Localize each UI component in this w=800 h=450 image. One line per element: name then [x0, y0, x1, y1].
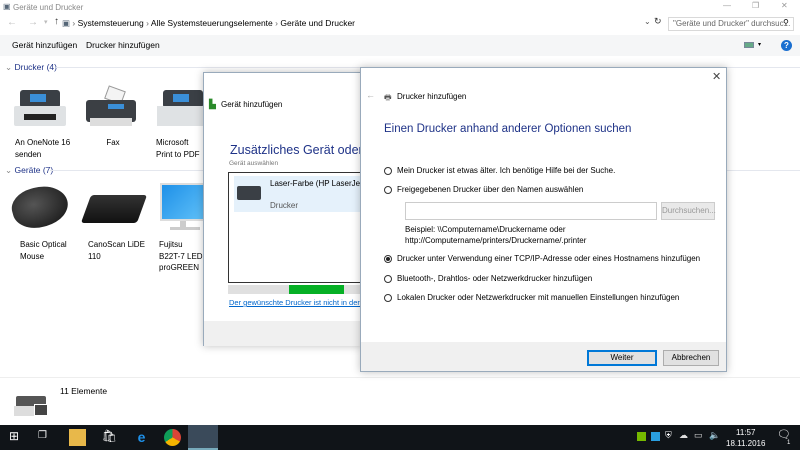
recent-dropdown[interactable]: ▾ [44, 18, 48, 26]
option-older-printer[interactable]: Mein Drucker ist etwas älter. Ich benöti… [384, 166, 615, 175]
radio-button[interactable] [384, 293, 392, 302]
maximize-button[interactable]: ❐ [752, 1, 759, 10]
title-bar: ▣ Geräte und Drucker — ❐ ✕ [0, 0, 800, 14]
radio-button[interactable] [384, 185, 392, 194]
radio-button[interactable] [384, 166, 392, 175]
forward-button[interactable]: → [28, 17, 38, 28]
onedrive-icon[interactable]: ☁ [679, 430, 688, 441]
next-button[interactable]: Weiter [587, 350, 657, 366]
clock-date[interactable]: 18.11.2016 [726, 439, 765, 448]
breadcrumb-item[interactable]: Systemsteuerung [78, 18, 144, 28]
dialog-footer [204, 321, 362, 346]
windows-start-icon[interactable]: ⊞ [9, 429, 19, 443]
edge-icon[interactable]: e [133, 429, 150, 446]
option-wireless[interactable]: Bluetooth-, Drahtlos- oder Netzwerkdruck… [384, 274, 592, 283]
up-button[interactable]: ↑ [54, 16, 59, 27]
window-title: Geräte und Drucker [13, 3, 84, 12]
close-button[interactable]: ✕ [781, 1, 788, 10]
command-bar: Gerät hinzufügen Drucker hinzufügen ▾ ? [0, 35, 800, 56]
monitor-icon[interactable] [160, 183, 206, 233]
mouse-icon[interactable] [7, 180, 73, 234]
cancel-button[interactable]: Abbrechen [663, 350, 719, 366]
back-button[interactable]: ← [366, 90, 375, 100]
dialog-title: Gerät hinzufügen [221, 100, 283, 109]
back-button[interactable]: ← [7, 17, 17, 28]
browse-button[interactable]: Durchsuchen... [661, 202, 716, 220]
search-icon: ⚲ [783, 18, 789, 27]
chevron-down-icon[interactable]: ⌄ [644, 17, 651, 26]
option-local-manual[interactable]: Lokalen Drucker oder Netzwerkdrucker mit… [384, 293, 679, 302]
task-view-icon[interactable]: ❐ [38, 430, 47, 441]
radio-button-selected[interactable] [384, 254, 392, 263]
dialog-subheading: Gerät auswählen [229, 160, 279, 167]
clock-time[interactable]: 11:57 [736, 428, 755, 437]
dialog-heading: Einen Drucker anhand anderer Optionen su… [384, 123, 632, 135]
printer-icon[interactable] [14, 90, 66, 128]
nvidia-icon[interactable] [637, 432, 646, 441]
fax-icon[interactable] [86, 85, 136, 128]
add-device-icon: ▙ [209, 99, 216, 109]
printer-label[interactable]: An OneNote 16 senden [15, 137, 75, 160]
radio-button[interactable] [384, 274, 392, 283]
add-printer-button[interactable]: Drucker hinzufügen [86, 35, 160, 56]
printer-not-listed-link[interactable]: Der gewünschte Drucker ist nicht in der … [229, 298, 363, 307]
device-type: Drucker [270, 201, 299, 210]
device-label[interactable]: CanoScan LiDE 110 [88, 239, 148, 262]
printer-label[interactable]: Microsoft Print to PDF [156, 137, 204, 161]
add-device-dialog: ▙ Gerät hinzufügen Zusätzliches Gerät od… [203, 72, 386, 346]
example-text: http://Computername/printers/Druckername… [405, 236, 587, 245]
printer-name-input[interactable] [405, 202, 657, 220]
control-panel-icon: ▣ [3, 2, 11, 11]
volume-icon[interactable]: 🔈 [709, 430, 720, 441]
breadcrumb[interactable]: ▣ › Systemsteuerung › Alle Systemsteueru… [62, 16, 637, 31]
details-pane: 11 Elemente [0, 377, 800, 425]
store-icon[interactable]: 🛍 [101, 429, 118, 446]
scanner-icon[interactable] [80, 195, 148, 223]
device-label[interactable]: Basic Optical Mouse [20, 239, 86, 262]
chevron-down-icon[interactable]: ▾ [758, 35, 761, 56]
address-bar: ← → ▾ ↑ ▣ › Systemsteuerung › Alle Syste… [0, 14, 800, 34]
search-progress-bar [228, 285, 364, 294]
example-text: Beispiel: \\Computername\Druckername ode… [405, 225, 566, 234]
option-tcpip[interactable]: Drucker unter Verwendung einer TCP/IP-Ad… [384, 254, 700, 263]
printer-label[interactable]: Fax [80, 137, 146, 149]
chrome-icon[interactable] [164, 429, 181, 446]
device-name: Laser-Farbe (HP LaserJet 500 M551) [270, 179, 365, 188]
breadcrumb-item[interactable]: Geräte und Drucker [280, 18, 355, 28]
close-icon[interactable]: ✕ [712, 70, 721, 83]
printer-icon[interactable] [157, 90, 205, 128]
device-label[interactable]: Fujitsu B22T-7 LED proGREEN (analog) [159, 239, 204, 275]
view-options-icon[interactable] [744, 42, 754, 48]
defender-icon[interactable]: ⛨ [665, 430, 672, 441]
help-icon[interactable]: ? [781, 40, 792, 51]
minimize-button[interactable]: — [723, 1, 731, 10]
group-header-devices[interactable]: ⌄ Geräte (7) [5, 165, 53, 176]
device-list[interactable]: Laser-Farbe (HP LaserJet 500 M551) Druck… [228, 172, 365, 283]
item-count: 11 Elemente [60, 386, 108, 396]
control-panel-icon: ▣ [62, 18, 71, 28]
list-item[interactable]: Laser-Farbe (HP LaserJet 500 M551) Druck… [234, 176, 365, 212]
printer-icon: 🖶 [384, 93, 392, 102]
network-icon[interactable]: ▭ [694, 430, 703, 441]
add-device-button[interactable]: Gerät hinzufügen [12, 35, 77, 56]
dialog-title: Drucker hinzufügen [397, 92, 467, 101]
tray-app-icon[interactable] [651, 432, 660, 441]
search-input[interactable]: "Geräte und Drucker" durchsuc... [668, 17, 794, 31]
control-panel-taskbar-icon[interactable] [188, 425, 218, 450]
progress-fill [289, 285, 344, 294]
notification-count: 1 [787, 440, 791, 446]
group-header-printers[interactable]: ⌄ Drucker (4) [5, 62, 57, 73]
breadcrumb-item[interactable]: Alle Systemsteuerungselemente [151, 18, 273, 28]
refresh-icon[interactable]: ↻ [654, 16, 662, 27]
option-shared-printer[interactable]: Freigegebenen Drucker über den Namen aus… [384, 185, 583, 194]
printer-icon [237, 186, 261, 200]
devices-printers-icon [14, 392, 48, 416]
file-explorer-icon[interactable] [69, 429, 86, 446]
